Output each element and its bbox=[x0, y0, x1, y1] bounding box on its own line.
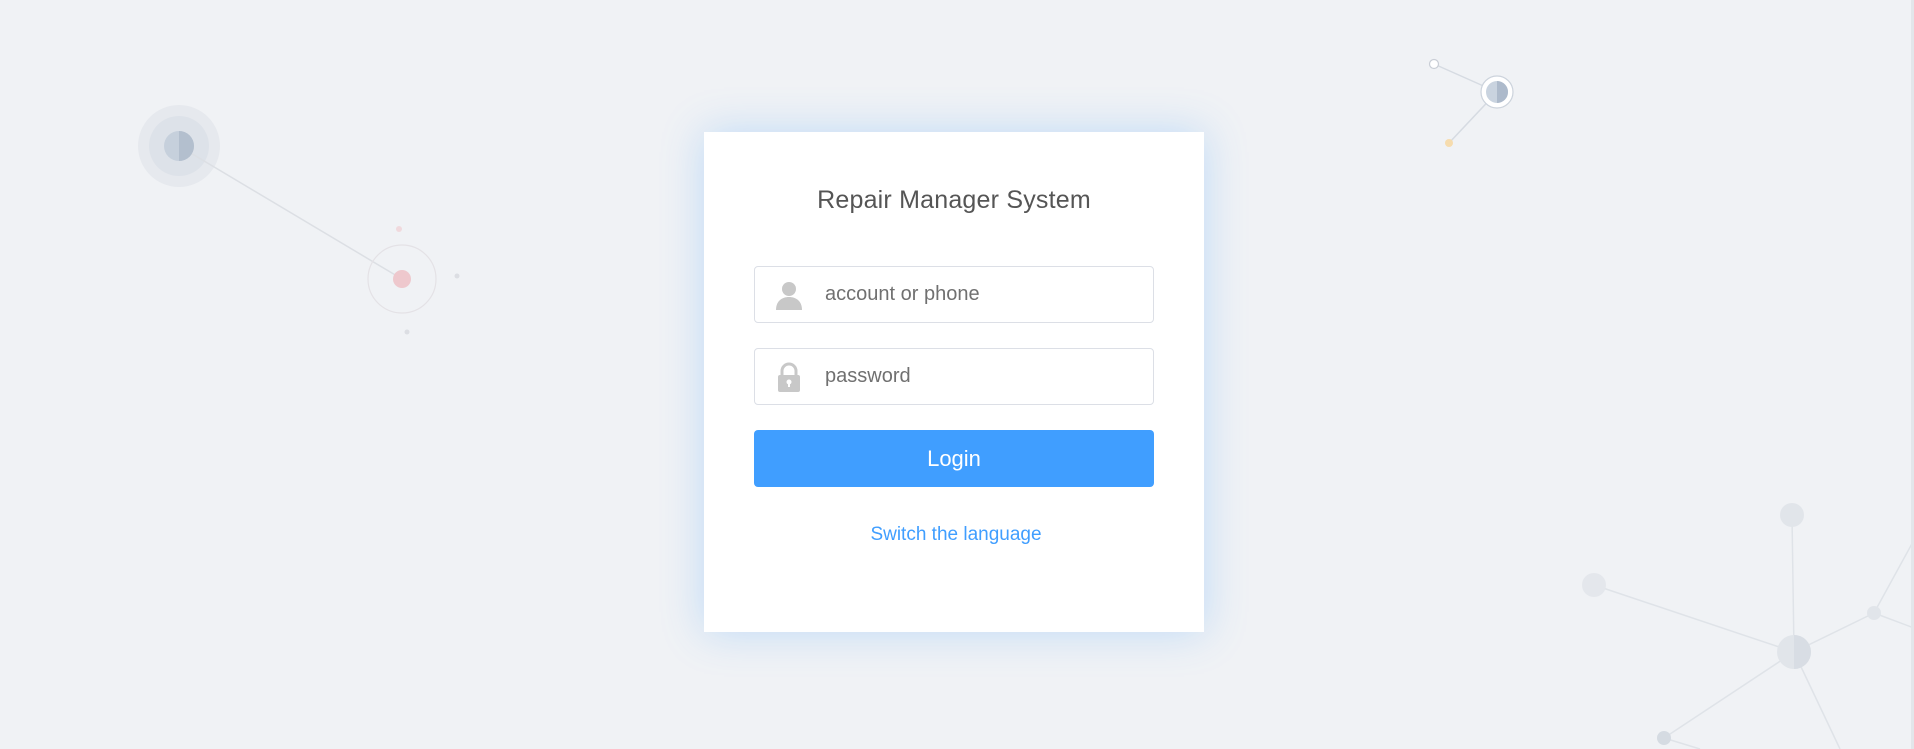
account-input[interactable] bbox=[825, 267, 1145, 322]
bottom-right-node-network bbox=[1582, 503, 1914, 749]
login-button[interactable]: Login bbox=[754, 430, 1154, 487]
page-title: Repair Manager System bbox=[817, 186, 1091, 214]
user-icon bbox=[776, 282, 802, 310]
top-right-node-cluster bbox=[1428, 58, 1514, 147]
switch-language-label: Switch the language bbox=[870, 524, 1042, 545]
account-field[interactable] bbox=[754, 266, 1154, 323]
password-field[interactable] bbox=[754, 348, 1154, 405]
login-card: Repair Manager System Login Switch the l… bbox=[704, 132, 1204, 632]
password-input[interactable] bbox=[825, 349, 1145, 404]
lock-icon bbox=[778, 362, 800, 392]
switch-language-link[interactable]: Switch the language bbox=[704, 524, 1204, 546]
left-node-cluster bbox=[138, 105, 460, 335]
